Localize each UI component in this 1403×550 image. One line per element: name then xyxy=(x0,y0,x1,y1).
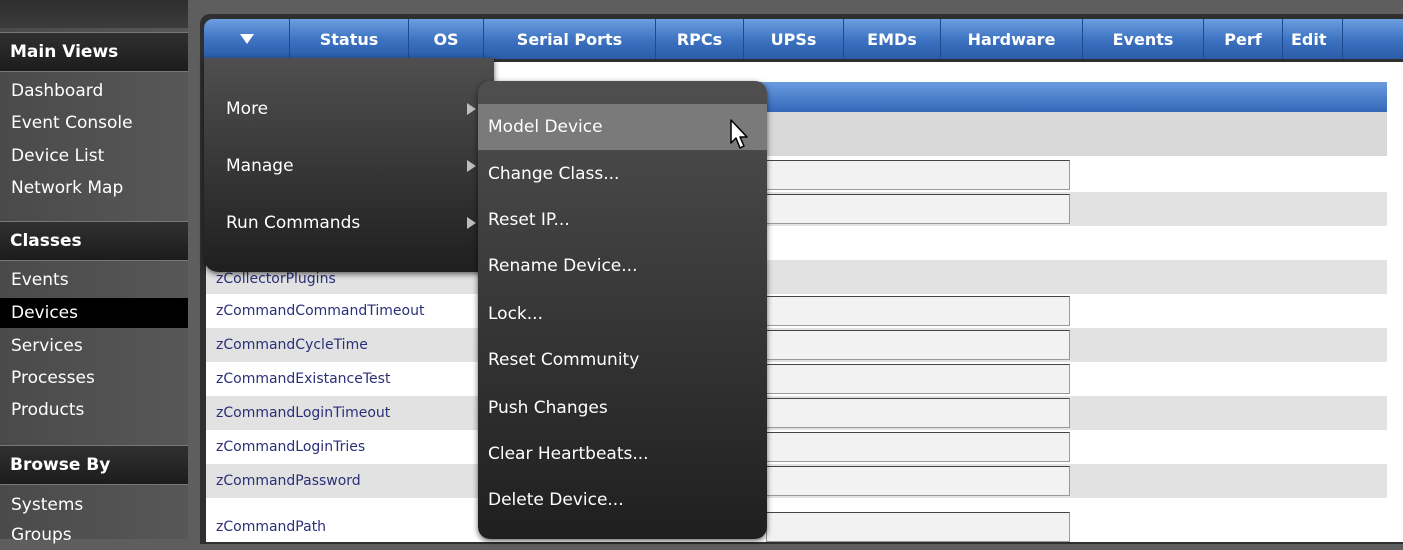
sidebar-top-strip xyxy=(0,0,188,28)
menu-item-label: Run Commands xyxy=(226,213,361,233)
sidebar-item-products[interactable]: Products xyxy=(0,395,188,425)
tab-hardware[interactable]: Hardware xyxy=(941,19,1083,59)
menu-item-reset-ip[interactable]: Reset IP... xyxy=(478,197,767,243)
table-row: zCommandCommandTimeout xyxy=(206,294,1387,328)
table-row: zCommandExistanceTest xyxy=(206,362,1387,396)
sidebar-item-groups[interactable]: Groups xyxy=(0,520,188,550)
manage-submenu: Model Device Change Class... Reset IP...… xyxy=(478,81,767,539)
sidebar-item-device-list[interactable]: Device List xyxy=(0,141,188,171)
tab-edit[interactable]: Edit xyxy=(1283,19,1343,59)
chevron-right-icon xyxy=(467,160,476,172)
chevron-right-icon xyxy=(467,103,476,115)
menu-item-lock[interactable]: Lock... xyxy=(478,291,767,337)
menu-item-change-class[interactable]: Change Class... xyxy=(478,151,767,197)
property-value-input[interactable] xyxy=(766,160,1070,190)
property-name: zCommandPassword xyxy=(216,473,361,489)
property-value-input[interactable] xyxy=(766,194,1070,224)
menu-item-model-device[interactable]: Model Device xyxy=(478,104,767,150)
section-classes: Classes xyxy=(0,221,188,261)
sidebar-item-services[interactable]: Services xyxy=(0,331,188,361)
table-row: zCommandLoginTries xyxy=(206,430,1387,464)
table-row: zCommandLoginTimeout xyxy=(206,396,1387,430)
section-title: Browse By xyxy=(10,455,111,475)
sidebar-item-devices[interactable]: Devices xyxy=(0,298,188,328)
property-name: zCommandLoginTries xyxy=(216,439,366,455)
tab-status[interactable]: Status xyxy=(290,19,409,59)
sidebar-item-dashboard[interactable]: Dashboard xyxy=(0,76,188,106)
sidebar-item-event-console[interactable]: Event Console xyxy=(0,108,188,138)
tab-upss[interactable]: UPSs xyxy=(744,19,844,59)
tab-menu-button[interactable] xyxy=(204,19,290,59)
property-name: zCommandCycleTime xyxy=(216,337,368,353)
property-value-input[interactable] xyxy=(766,364,1070,394)
menu-item-clear-heartbeats[interactable]: Clear Heartbeats... xyxy=(478,431,767,477)
menu-item-more[interactable]: More xyxy=(226,94,476,124)
content-right-edge xyxy=(1387,62,1403,542)
menu-item-delete-device[interactable]: Delete Device... xyxy=(478,477,767,523)
menu-item-label: Manage xyxy=(226,156,294,176)
tab-bar: Status OS Serial Ports RPCs UPSs EMDs Ha… xyxy=(204,19,1403,59)
sidebar-item-network-map[interactable]: Network Map xyxy=(0,173,188,203)
property-value-input[interactable] xyxy=(766,432,1070,462)
property-value-input[interactable] xyxy=(766,296,1070,326)
chevron-right-icon xyxy=(467,217,476,229)
table-row: zCommandCycleTime xyxy=(206,328,1387,362)
mouse-cursor-icon xyxy=(730,119,748,149)
section-title: Classes xyxy=(10,231,82,251)
property-value-input[interactable] xyxy=(766,330,1070,360)
menu-item-run-commands[interactable]: Run Commands xyxy=(226,208,476,238)
actions-menu: More Manage Run Commands xyxy=(204,58,494,272)
property-name: zCommandExistanceTest xyxy=(216,371,391,387)
menu-item-manage[interactable]: Manage xyxy=(226,151,476,181)
table-row: zCommandPassword xyxy=(206,464,1387,498)
tab-emds[interactable]: EMDs xyxy=(844,19,941,59)
sidebar-item-systems[interactable]: Systems xyxy=(0,490,188,520)
tab-rpcs[interactable]: RPCs xyxy=(656,19,744,59)
section-browse-by: Browse By xyxy=(0,445,188,485)
menu-item-reset-community[interactable]: Reset Community xyxy=(478,337,767,383)
menu-item-rename-device[interactable]: Rename Device... xyxy=(478,243,767,289)
property-value-input[interactable] xyxy=(766,466,1070,496)
menu-item-push-changes[interactable]: Push Changes xyxy=(478,385,767,431)
tab-os[interactable]: OS xyxy=(409,19,484,59)
sidebar-item-events[interactable]: Events xyxy=(0,265,188,295)
tab-serial-ports[interactable]: Serial Ports xyxy=(484,19,656,59)
property-name: zCommandCommandTimeout xyxy=(216,303,425,319)
section-main-views: Main Views xyxy=(0,32,188,72)
sidebar-item-processes[interactable]: Processes xyxy=(0,363,188,393)
tab-perf[interactable]: Perf xyxy=(1204,19,1283,59)
section-title: Main Views xyxy=(10,42,119,62)
triangle-down-icon xyxy=(239,34,254,44)
property-name: zCommandLoginTimeout xyxy=(216,405,391,421)
property-value-input[interactable] xyxy=(766,512,1070,542)
left-sidebar: Main Views Dashboard Event Console Devic… xyxy=(0,0,188,545)
menu-item-label: More xyxy=(226,99,269,119)
tab-events[interactable]: Events xyxy=(1083,19,1204,59)
property-value-input[interactable] xyxy=(766,398,1070,428)
